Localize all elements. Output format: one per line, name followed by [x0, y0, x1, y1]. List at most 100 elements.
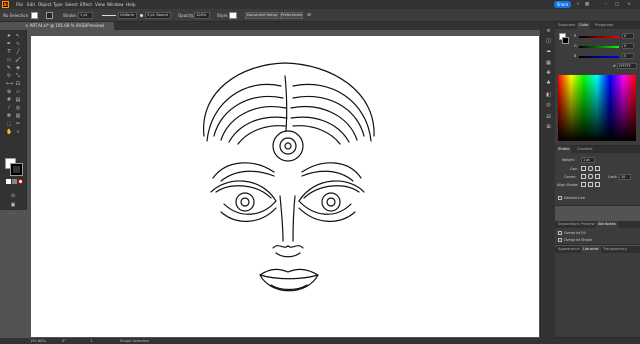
- menu-file[interactable]: File: [16, 1, 23, 8]
- graphic-styles-icon[interactable]: ◧: [545, 92, 552, 99]
- pen-icon[interactable]: ✒: [6, 41, 12, 47]
- document-tab[interactable]: × ART.AI.ai* @ 191.68 % (RGB/Preview): [22, 22, 114, 30]
- tab-attributes[interactable]: Attributes: [596, 221, 618, 228]
- menu-type[interactable]: Type: [53, 1, 63, 8]
- zoom-icon[interactable]: ⌕: [15, 129, 21, 135]
- curvature-icon[interactable]: ∿: [15, 41, 21, 47]
- close-icon[interactable]: ×: [626, 2, 632, 7]
- menu-edit[interactable]: Edit: [27, 1, 35, 8]
- align-inside-icon[interactable]: [588, 182, 593, 187]
- hex-value-field[interactable]: FFFFFF: [617, 63, 637, 69]
- arrange-icon[interactable]: ⊞: [306, 13, 312, 18]
- rotate-icon[interactable]: ↻: [6, 73, 12, 79]
- projecting-cap-icon[interactable]: [595, 166, 600, 171]
- type-icon[interactable]: T: [6, 49, 12, 55]
- tab-separations-preview[interactable]: Separations Preview: [556, 221, 597, 228]
- libraries-icon[interactable]: ☁: [545, 48, 552, 55]
- rotate-view-angle[interactable]: 0°: [62, 338, 66, 344]
- properties-icon[interactable]: ≡: [545, 28, 552, 35]
- channel-g-value[interactable]: 0: [622, 43, 634, 49]
- scale-icon[interactable]: ⤡: [15, 73, 21, 79]
- zoom-level[interactable]: 191.68%: [30, 338, 46, 344]
- tab-stroke[interactable]: Stroke: [556, 146, 572, 153]
- menu-window[interactable]: Window: [107, 1, 124, 8]
- more-tools-icon[interactable]: ···: [10, 211, 16, 217]
- menu-object[interactable]: Object: [38, 1, 52, 8]
- channel-b-slider[interactable]: [579, 56, 619, 58]
- pencil-icon[interactable]: ✎: [6, 65, 12, 71]
- bevel-join-icon[interactable]: [595, 174, 600, 179]
- align-icon[interactable]: ⊟: [545, 114, 552, 121]
- rectangle-icon[interactable]: ▭: [6, 57, 12, 63]
- tab-color[interactable]: Color: [577, 22, 591, 29]
- tab-swatches[interactable]: Swatches: [556, 22, 577, 29]
- brushes-icon[interactable]: ✤: [545, 70, 552, 77]
- free-transform-icon[interactable]: ⊡: [15, 81, 21, 87]
- gradient-mode-icon[interactable]: [12, 179, 17, 184]
- transform-icon[interactable]: ⊞: [545, 124, 552, 131]
- symbol-sprayer-icon[interactable]: ✻: [6, 113, 12, 119]
- document-setup-button[interactable]: Document Setup: [245, 12, 279, 19]
- shape-builder-icon[interactable]: ⊕: [6, 89, 12, 95]
- stroke-weight-field[interactable]: 1 pt: [78, 12, 93, 19]
- color-stroke-swatch[interactable]: [562, 37, 569, 44]
- gradient-icon[interactable]: ▤: [15, 97, 21, 103]
- dashed-line-checkbox[interactable]: [558, 196, 562, 200]
- perspective-icon[interactable]: ▱: [15, 89, 21, 95]
- overprint-fill-checkbox[interactable]: [558, 231, 562, 235]
- menu-select[interactable]: Select: [65, 1, 78, 8]
- selection-icon[interactable]: ➤: [6, 33, 12, 39]
- direct-selection-icon[interactable]: ↖: [15, 33, 21, 39]
- tab-appearance[interactable]: Appearance: [556, 246, 582, 253]
- overprint-stroke-checkbox[interactable]: [558, 238, 562, 242]
- eyedropper-icon[interactable]: ⁄: [6, 105, 12, 111]
- symbols-icon[interactable]: ♣: [545, 80, 552, 87]
- fill-swatch[interactable]: [31, 12, 38, 19]
- tab-close-icon[interactable]: ×: [25, 23, 28, 28]
- maximize-icon[interactable]: □: [614, 2, 620, 7]
- preferences-button[interactable]: Preferences: [280, 12, 303, 19]
- stroke-color-box[interactable]: [10, 163, 23, 176]
- tab-transparency[interactable]: Transparency: [601, 246, 629, 253]
- tab-libraries[interactable]: Libraries: [581, 246, 601, 253]
- channel-b-value[interactable]: 0: [622, 53, 634, 59]
- channel-r-value[interactable]: 0: [622, 33, 634, 39]
- minimize-icon[interactable]: –: [603, 2, 609, 7]
- align-center-icon[interactable]: [581, 182, 586, 187]
- arrange-documents-icon[interactable]: ▦: [584, 2, 590, 7]
- search-icon[interactable]: ⌕: [575, 2, 581, 7]
- opacity-field[interactable]: 100%: [194, 12, 210, 19]
- round-join-icon[interactable]: [588, 174, 593, 179]
- tab-gradient[interactable]: Gradient: [575, 146, 595, 153]
- round-cap-icon[interactable]: [588, 166, 593, 171]
- menu-help[interactable]: Help: [126, 1, 136, 8]
- color-mode-icon[interactable]: [6, 179, 11, 184]
- share-button[interactable]: Share: [554, 1, 571, 8]
- graph-icon[interactable]: ▥: [15, 113, 21, 119]
- hand-icon[interactable]: ✋: [6, 129, 12, 135]
- layers-icon[interactable]: ◫: [545, 38, 552, 45]
- graphic-style-swatch[interactable]: [229, 12, 237, 19]
- paintbrush-icon[interactable]: 🖌: [15, 57, 21, 63]
- limit-field[interactable]: 10: [619, 174, 631, 180]
- tab-properties[interactable]: Properties: [593, 22, 615, 29]
- stroke-swatch[interactable]: [46, 12, 53, 19]
- color-spectrum-picker[interactable]: [558, 75, 636, 141]
- butt-cap-icon[interactable]: [581, 166, 586, 171]
- eraser-icon[interactable]: ◈: [15, 65, 21, 71]
- channel-r-slider[interactable]: [579, 36, 619, 38]
- blend-icon[interactable]: ◎: [15, 105, 21, 111]
- align-outside-icon[interactable]: [595, 182, 600, 187]
- none-mode-icon[interactable]: [18, 179, 23, 184]
- mesh-icon[interactable]: #: [6, 97, 12, 103]
- brush-definition-select[interactable]: 3 pt. Round: [145, 12, 171, 19]
- artboard-navigator[interactable]: 1: [90, 338, 92, 344]
- line-icon[interactable]: ╱: [15, 49, 21, 55]
- weight-field[interactable]: 1 pt: [581, 157, 595, 163]
- variable-width-profile-select[interactable]: Uniform: [118, 12, 137, 19]
- channel-g-slider[interactable]: [579, 46, 619, 48]
- slice-icon[interactable]: ✂: [15, 121, 21, 127]
- draw-mode-icon[interactable]: ⊙: [10, 193, 16, 199]
- swatches-icon[interactable]: ▦: [545, 60, 552, 67]
- screen-mode-icon[interactable]: ▣: [10, 202, 16, 208]
